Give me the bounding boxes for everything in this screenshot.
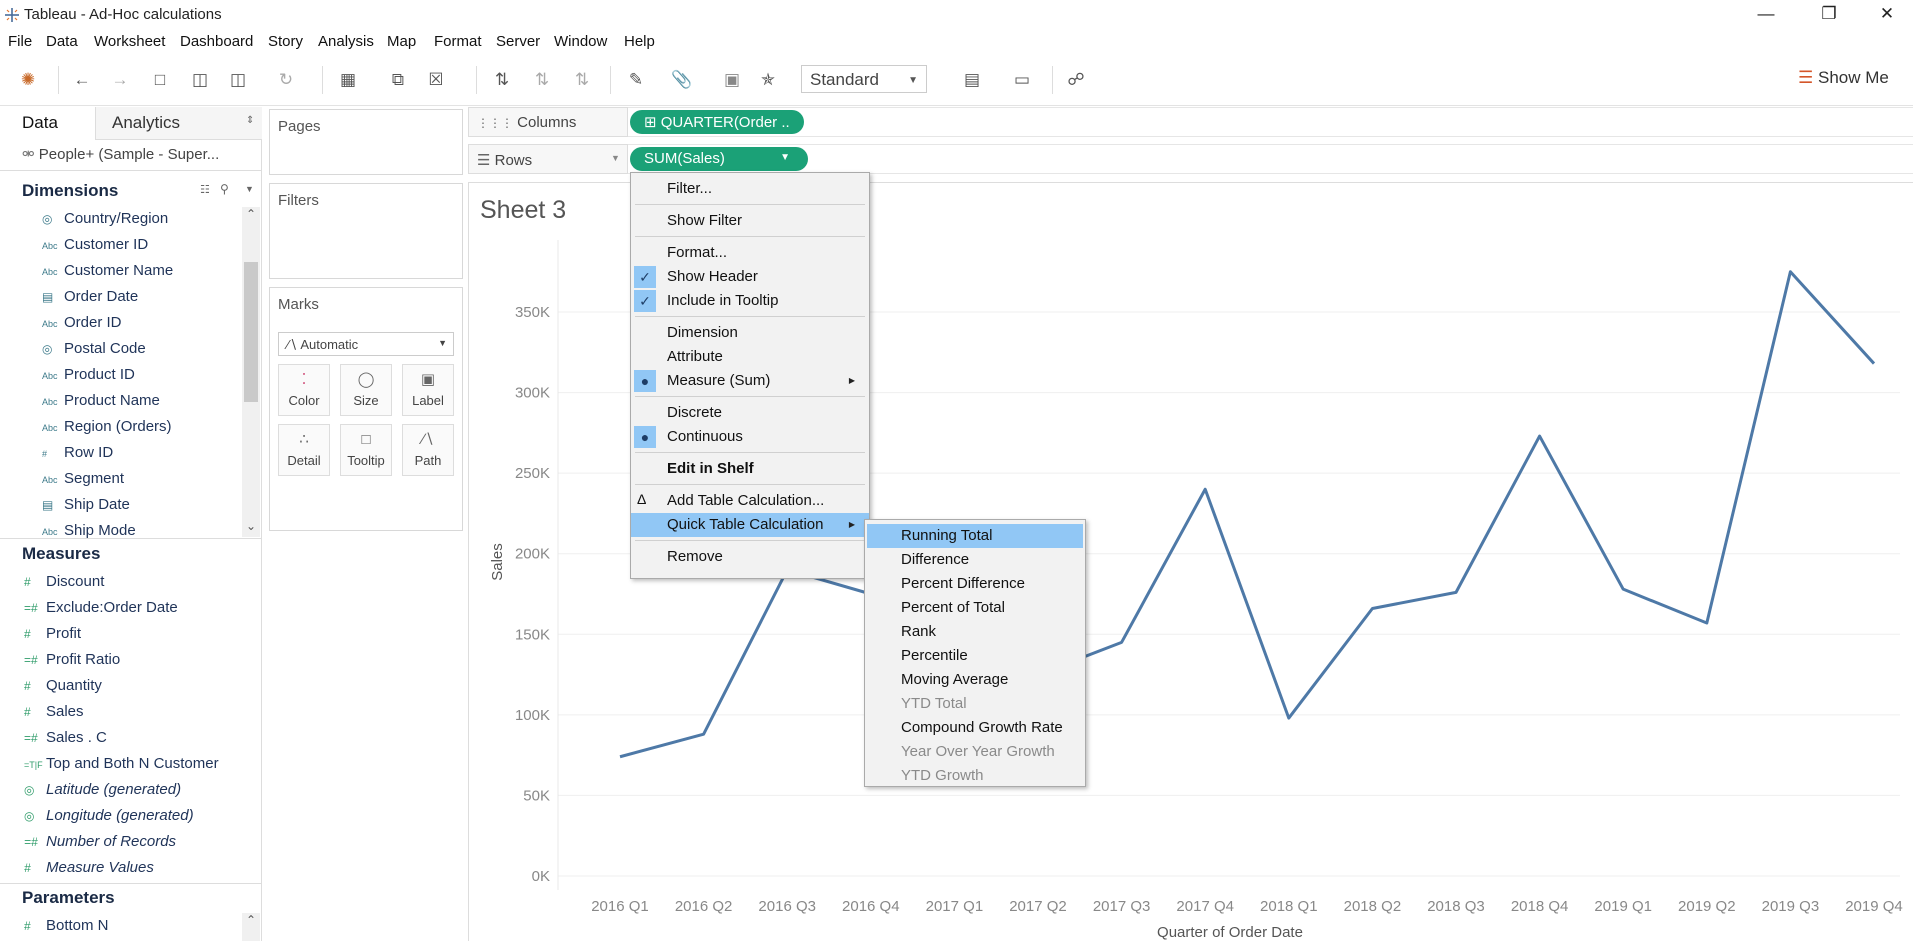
context-menu-item[interactable]: Edit in Shelf xyxy=(631,457,869,481)
y-tick-label: 250K xyxy=(515,465,550,482)
context-menu-item[interactable]: Attribute xyxy=(631,345,869,369)
x-tick-label: 2019 Q1 xyxy=(1594,898,1652,915)
context-menu-item[interactable]: Δ Add Table Calculation... xyxy=(631,489,869,513)
data-point[interactable] xyxy=(1787,269,1793,275)
y-tick-label: 200K xyxy=(515,546,550,563)
x-tick-label: 2018 Q4 xyxy=(1511,898,1569,915)
x-tick-label: 2018 Q1 xyxy=(1260,898,1318,915)
y-tick-label: 300K xyxy=(515,385,550,402)
submenu-item[interactable]: Running Total xyxy=(867,524,1083,548)
context-menu-item[interactable]: Format... xyxy=(631,241,869,265)
x-tick-label: 2017 Q2 xyxy=(1009,898,1067,915)
menu-separator xyxy=(635,484,865,485)
context-menu-item-label: Measure (Sum) xyxy=(667,372,771,389)
menu-separator xyxy=(635,396,865,397)
context-menu-item-label: Format... xyxy=(667,244,728,261)
delta-icon: Δ xyxy=(637,491,647,507)
context-menu-item[interactable]: Quick Table Calculation ▶ xyxy=(631,513,869,537)
submenu-item[interactable]: Compound Growth Rate xyxy=(867,716,1083,740)
pill-context-menu: Filter... Show Filter Format... ✓ Show Heade… xyxy=(630,172,870,579)
data-point[interactable] xyxy=(1704,620,1710,626)
data-point[interactable] xyxy=(1620,586,1626,592)
context-menu-item-label: Show Filter xyxy=(667,212,743,229)
context-menu-item-label: Remove xyxy=(667,548,723,565)
y-tick-label: 50K xyxy=(523,787,550,804)
context-menu-item-label: Include in Tooltip xyxy=(667,292,779,309)
data-point[interactable] xyxy=(617,754,623,760)
x-tick-label: 2017 Q3 xyxy=(1093,898,1151,915)
context-menu-item[interactable]: ● Continuous xyxy=(631,425,869,449)
submenu-item[interactable]: Difference xyxy=(867,548,1083,572)
data-point[interactable] xyxy=(1202,486,1208,492)
x-axis-title: Quarter of Order Date xyxy=(1157,924,1303,941)
x-tick-label: 2016 Q1 xyxy=(591,898,649,915)
y-tick-label: 100K xyxy=(515,707,550,724)
quick-table-calc-submenu: Running Total Difference Percent Differenc… xyxy=(864,519,1086,787)
y-axis-title: Sales xyxy=(489,543,506,581)
submenu-item[interactable]: Rank xyxy=(867,620,1083,644)
context-menu-item[interactable]: ✓ Show Header xyxy=(631,265,869,289)
context-menu-item[interactable]: Remove xyxy=(631,545,869,569)
context-menu-item-label: Add Table Calculation... xyxy=(667,492,825,509)
submenu-item: YTD Total xyxy=(901,695,967,712)
submenu-arrow-icon: ▶ xyxy=(848,376,855,385)
context-menu-item-label: Filter... xyxy=(667,180,713,197)
x-tick-label: 2019 Q3 xyxy=(1762,898,1820,915)
context-menu-item-label: Dimension xyxy=(667,324,738,341)
y-tick-label: 350K xyxy=(515,304,550,321)
x-tick-label: 2018 Q3 xyxy=(1427,898,1485,915)
data-point[interactable] xyxy=(701,731,707,737)
data-point[interactable] xyxy=(1537,433,1543,439)
x-tick-label: 2016 Q4 xyxy=(842,898,900,915)
x-tick-label: 2017 Q1 xyxy=(926,898,984,915)
submenu-item[interactable]: Moving Average xyxy=(867,668,1083,692)
context-menu-item-label: Show Header xyxy=(667,268,758,285)
context-menu-item[interactable]: Show Filter xyxy=(631,209,869,233)
checkmark-icon: ✓ xyxy=(634,290,656,312)
submenu-item[interactable]: Percentile xyxy=(867,644,1083,668)
context-menu-item[interactable]: ✓ Include in Tooltip xyxy=(631,289,869,313)
y-tick-label: 150K xyxy=(515,626,550,643)
submenu-item[interactable]: Percent Difference xyxy=(867,572,1083,596)
data-point[interactable] xyxy=(1119,639,1125,645)
x-tick-label: 2016 Q3 xyxy=(758,898,816,915)
radio-dot-icon: ● xyxy=(634,426,656,448)
context-menu-item-label: Quick Table Calculation xyxy=(667,516,824,533)
y-tick-label: 0K xyxy=(532,868,550,885)
x-tick-label: 2016 Q2 xyxy=(675,898,733,915)
context-menu-item[interactable]: Discrete xyxy=(631,401,869,425)
submenu-item: Year Over Year Growth xyxy=(901,743,1055,760)
context-menu-item[interactable]: ● Measure (Sum) ▶ xyxy=(631,369,869,393)
menu-separator xyxy=(635,316,865,317)
menu-separator xyxy=(635,236,865,237)
menu-separator xyxy=(635,540,865,541)
line-chart: 0K 50K 100K 150K 200K 250K 300K 350K 2016 Q1 2016… xyxy=(489,240,1903,941)
context-menu-item-label: Edit in Shelf xyxy=(667,460,754,477)
context-menu-item[interactable]: Filter... xyxy=(631,177,869,201)
context-menu-item-label: Continuous xyxy=(667,428,743,445)
data-point[interactable] xyxy=(1286,715,1292,721)
data-point[interactable] xyxy=(1369,606,1375,612)
x-tick-label: 2019 Q2 xyxy=(1678,898,1736,915)
radio-dot-icon: ● xyxy=(634,370,656,392)
x-tick-label: 2019 Q4 xyxy=(1845,898,1903,915)
data-point[interactable] xyxy=(1453,589,1459,595)
x-tick-label: 2017 Q4 xyxy=(1176,898,1234,915)
submenu-arrow-icon: ▶ xyxy=(848,520,855,529)
submenu-item[interactable]: Percent of Total xyxy=(867,596,1083,620)
submenu-item: YTD Growth xyxy=(901,767,984,784)
data-point[interactable] xyxy=(1871,361,1877,367)
menu-separator xyxy=(635,204,865,205)
context-menu-item[interactable]: Dimension xyxy=(631,321,869,345)
checkmark-icon: ✓ xyxy=(634,266,656,288)
x-tick-label: 2018 Q2 xyxy=(1344,898,1402,915)
context-menu-item-label: Discrete xyxy=(667,404,723,421)
menu-separator xyxy=(635,452,865,453)
context-menu-item-label: Attribute xyxy=(667,348,723,365)
